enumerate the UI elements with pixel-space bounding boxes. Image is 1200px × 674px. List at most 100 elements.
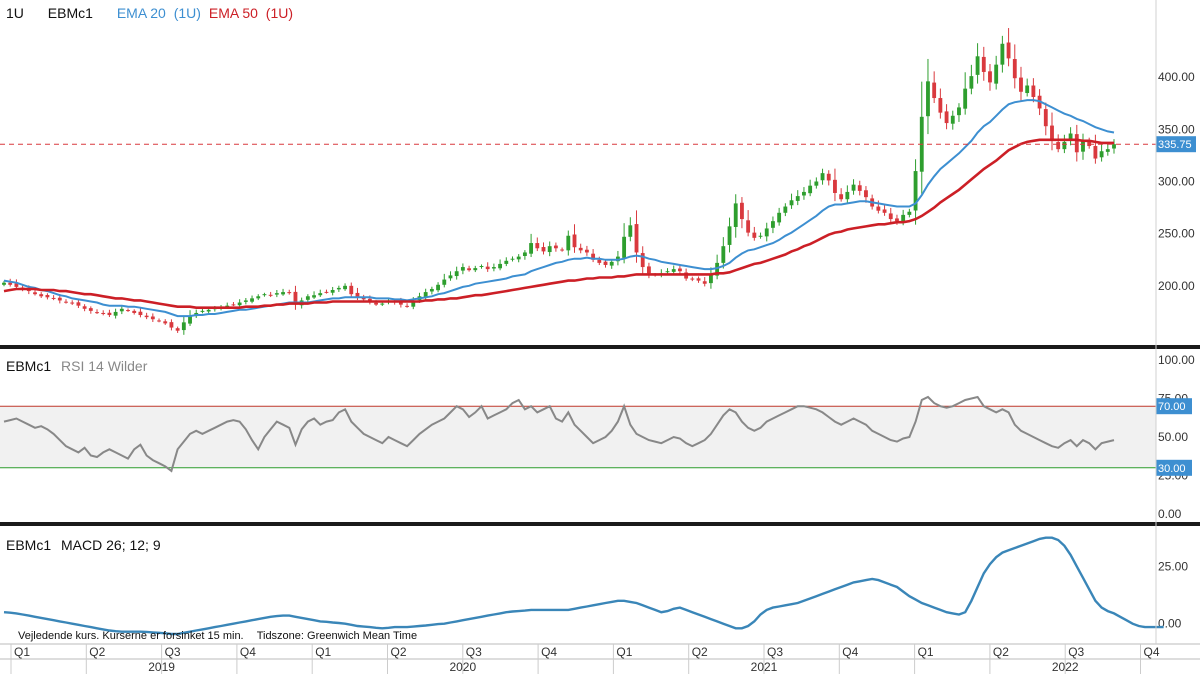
price-header: 1U EBMc1 EMA 20 (1U) EMA 50 (1U)	[6, 5, 293, 21]
candle-body	[944, 111, 949, 124]
candle-body	[442, 279, 447, 285]
candle-body	[504, 260, 509, 264]
quarter-label: Q2	[391, 645, 407, 659]
quarter-label: Q3	[1068, 645, 1084, 659]
candle-body	[336, 287, 341, 290]
candle-body	[473, 268, 478, 271]
candle-body	[566, 235, 571, 251]
candle-body	[932, 82, 937, 99]
candle-body	[150, 316, 155, 320]
candle-body	[1043, 109, 1048, 127]
candle-body	[777, 212, 782, 223]
candle-body	[281, 292, 285, 295]
quarter-label: Q3	[165, 645, 181, 659]
candle-body	[132, 310, 137, 313]
candle-body	[1025, 85, 1030, 94]
candle-body	[677, 268, 682, 272]
candle-body	[547, 246, 552, 253]
quarter-label: Q1	[616, 645, 632, 659]
year-label: 2022	[1052, 660, 1079, 674]
rsi-level-label: 30.00	[1158, 463, 1186, 475]
candle-body	[1062, 141, 1067, 150]
candle-body	[374, 302, 378, 305]
rsi-header[interactable]: EBMc1 RSI 14 Wilder	[6, 358, 147, 374]
chart-canvas: 400.00 350.00 300.00 250.00 200.00 335.75 100…	[0, 0, 1200, 674]
candle-body	[1074, 134, 1079, 153]
candle-body	[175, 328, 180, 331]
candle-body	[1000, 43, 1005, 65]
candle-body	[33, 292, 37, 295]
candle-body	[157, 320, 161, 322]
candle-body	[597, 259, 602, 263]
candle-body	[498, 263, 503, 269]
year-label: 2019	[148, 660, 175, 674]
candle-body	[312, 295, 316, 298]
candle-body	[318, 293, 323, 296]
candle-body	[485, 266, 490, 270]
disclaimer-text: Vejledende kurs. Kurserne er forsinket 1…	[18, 630, 244, 642]
ema50-legend[interactable]: EMA 50 (1U)	[209, 5, 293, 21]
candle-body	[808, 185, 813, 194]
candle-body	[888, 213, 893, 220]
candle-body	[634, 224, 639, 253]
candle-body	[845, 191, 850, 200]
candle-body	[795, 196, 800, 201]
candle-body	[522, 252, 527, 256]
candle-body	[88, 308, 93, 311]
candle-body	[864, 190, 868, 198]
candle-body	[733, 203, 738, 227]
candle-body	[324, 291, 329, 293]
candle-body	[1112, 144, 1116, 149]
candle-body	[721, 246, 726, 263]
year-label: 2020	[449, 660, 476, 674]
pane-separator[interactable]	[0, 522, 1200, 526]
candle-body	[1006, 42, 1011, 59]
candle-body	[857, 185, 862, 191]
candle-body	[702, 281, 707, 284]
candle-body	[237, 302, 242, 306]
candle-body	[51, 297, 56, 299]
candle-body	[262, 294, 267, 296]
candle-body	[343, 285, 347, 290]
candle-body	[305, 296, 310, 300]
last-price-label: 335.75	[1158, 139, 1192, 151]
candle-body	[950, 115, 955, 124]
candle-body	[45, 295, 50, 298]
candle-body	[814, 181, 819, 186]
rsi-symbol: EBMc1	[6, 358, 52, 374]
pane-separator[interactable]	[0, 345, 1200, 349]
rsi-band	[0, 406, 1156, 468]
candle-body	[740, 202, 744, 220]
price-tick-label: 350.00	[1158, 122, 1195, 136]
candle-body	[380, 303, 385, 305]
candle-body	[95, 312, 99, 314]
quarter-label: Q2	[692, 645, 708, 659]
timezone-text: Tidszone: Greenwich Mean Time	[256, 630, 418, 642]
candle-body	[188, 316, 192, 324]
macd-header[interactable]: EBMc1 MACD 26; 12; 9	[6, 537, 161, 553]
candle-body	[1105, 149, 1110, 152]
candle-body	[969, 76, 974, 89]
candle-body	[529, 243, 534, 254]
candle-body	[783, 206, 788, 213]
candle-body	[963, 88, 968, 109]
ema20-interval: (1U)	[173, 5, 201, 21]
ema50-interval: (1U)	[265, 5, 294, 21]
candle-body	[1012, 59, 1017, 79]
candle-body	[243, 300, 248, 302]
candle-body	[839, 194, 844, 200]
ema20-legend[interactable]: EMA 20 (1U)	[117, 5, 205, 21]
candle-body	[256, 296, 261, 299]
candle-body	[8, 282, 13, 285]
candle-body	[181, 322, 186, 331]
quarter-label: Q2	[993, 645, 1009, 659]
candle-body	[467, 268, 472, 271]
candle-body	[851, 184, 856, 191]
candle-body	[535, 243, 540, 249]
ema20-label: EMA 20	[116, 5, 166, 21]
candle-body	[1099, 151, 1104, 158]
candle-body	[138, 311, 143, 316]
interval-label[interactable]: 1U	[6, 5, 24, 21]
candle-body	[994, 64, 999, 84]
candle-body	[907, 211, 912, 215]
